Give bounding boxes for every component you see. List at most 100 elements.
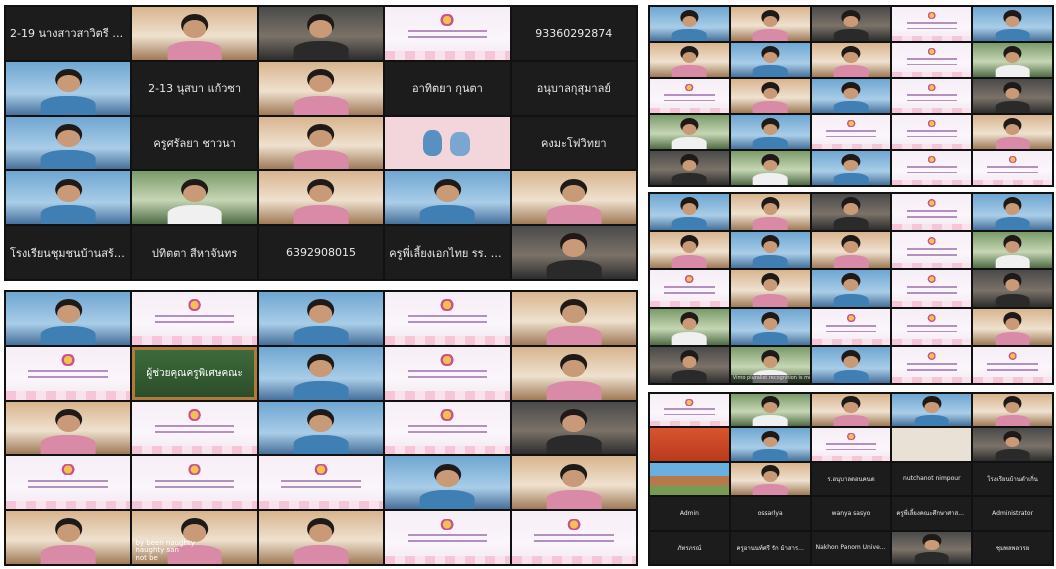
- participant-name-tile[interactable]: 2-19 นางสาวสาวิตรี วิวงค์: [6, 7, 131, 60]
- participant-video-tile[interactable]: [511, 401, 636, 455]
- participant-video-tile[interactable]: [730, 151, 810, 185]
- virtual-background-slide-tile[interactable]: [892, 43, 972, 77]
- participant-video-tile[interactable]: [511, 226, 636, 279]
- participant-name-tile[interactable]: ครูศรัลยา ชาวนา: [132, 116, 257, 170]
- participant-video-tile[interactable]: [258, 511, 384, 564]
- virtual-background-slide-tile[interactable]: [385, 292, 510, 345]
- virtual-background-slide-tile[interactable]: [892, 346, 972, 383]
- virtual-background-slide-tile[interactable]: [132, 401, 257, 455]
- virtual-background-slide-tile[interactable]: [650, 79, 729, 113]
- virtual-background-slide-tile[interactable]: [892, 151, 972, 185]
- participant-name-tile[interactable]: Admin: [650, 497, 729, 530]
- blank-tile[interactable]: [892, 428, 972, 461]
- virtual-background-slide-tile[interactable]: [892, 115, 972, 149]
- participant-video-tile[interactable]: [973, 194, 1052, 231]
- participant-name-tile[interactable]: 2-13 นุสบา แก้วซา: [132, 61, 257, 115]
- virtual-background-slide-tile[interactable]: [973, 346, 1052, 383]
- participant-video-tile[interactable]: [811, 194, 891, 231]
- participant-video-tile[interactable]: [973, 7, 1052, 41]
- participant-video-tile[interactable]: [258, 401, 384, 455]
- participant-video-tile[interactable]: [973, 115, 1052, 149]
- participant-video-tile[interactable]: [973, 394, 1052, 427]
- participant-video-tile[interactable]: [730, 232, 810, 269]
- virtual-background-slide-tile[interactable]: [650, 270, 729, 307]
- participant-name-tile[interactable]: คงมะโฟวิทยา: [511, 116, 636, 170]
- participant-video-tile[interactable]: [650, 43, 729, 77]
- participant-video-tile[interactable]: [511, 292, 636, 345]
- participant-name-tile[interactable]: 93360292874: [511, 7, 636, 60]
- participant-video-tile[interactable]: [6, 171, 131, 225]
- virtual-background-slide-tile[interactable]: [511, 511, 636, 564]
- participant-name-tile[interactable]: wanya sasyo: [811, 497, 891, 530]
- participant-name-tile[interactable]: โรงเรียนชุมชนบ้านสร้างค้อ: [6, 226, 131, 279]
- virtual-background-slide-tile[interactable]: [132, 456, 257, 510]
- virtual-background-slide-tile[interactable]: [6, 456, 131, 510]
- participant-video-tile[interactable]: [730, 308, 810, 345]
- participant-video-tile[interactable]: [132, 7, 257, 60]
- participant-video-tile[interactable]: [258, 292, 384, 345]
- participant-video-tile[interactable]: [730, 194, 810, 231]
- participant-video-tile[interactable]: [132, 171, 257, 225]
- participant-video-tile[interactable]: [811, 232, 891, 269]
- participant-name-tile[interactable]: Nakhon Panom Univers...: [811, 531, 891, 564]
- participant-name-tile[interactable]: อนุบาลกุสุมาลย์: [511, 61, 636, 115]
- participant-name-tile[interactable]: ossarlya: [730, 497, 810, 530]
- participant-video-tile[interactable]: [892, 531, 972, 564]
- participant-video-tile[interactable]: [650, 115, 729, 149]
- participant-video-tile[interactable]: [730, 394, 810, 427]
- participant-video-tile[interactable]: [650, 7, 729, 41]
- participant-video-tile[interactable]: [973, 308, 1052, 345]
- participant-video-tile[interactable]: [811, 346, 891, 383]
- virtual-background-slide-tile[interactable]: [6, 346, 131, 400]
- virtual-background-slide-tile[interactable]: [811, 308, 891, 345]
- virtual-background-slide-tile[interactable]: [892, 7, 972, 41]
- virtual-background-slide-tile[interactable]: [811, 428, 891, 461]
- virtual-background-slide-tile[interactable]: [258, 456, 384, 510]
- virtual-background-slide-tile[interactable]: [385, 511, 510, 564]
- illustration-tile[interactable]: [385, 116, 510, 170]
- participant-video-tile[interactable]: [6, 61, 131, 115]
- participant-name-tile[interactable]: โรงเรียนบ้านดำเกิ่น: [973, 462, 1052, 496]
- virtual-background-slide-tile[interactable]: [650, 394, 729, 427]
- participant-video-tile[interactable]: [892, 394, 972, 427]
- participant-video-tile[interactable]: [511, 171, 636, 225]
- participant-name-tile[interactable]: 6392908015: [258, 226, 384, 279]
- participant-video-tile[interactable]: [650, 346, 729, 383]
- participant-name-tile[interactable]: ครูอานนท์ศรี รัก ม้าสาร...: [730, 531, 810, 564]
- participant-video-tile[interactable]: [730, 43, 810, 77]
- virtual-background-slide-tile[interactable]: [892, 270, 972, 307]
- participant-name-tile[interactable]: ร.อนุบาลดอนคนด: [811, 462, 891, 496]
- participant-video-tile[interactable]: by been naughty naughty san not be: [132, 511, 257, 564]
- participant-video-tile[interactable]: [730, 7, 810, 41]
- red-slide-tile[interactable]: [650, 428, 729, 461]
- participant-video-tile[interactable]: [811, 394, 891, 427]
- participant-video-tile[interactable]: [258, 171, 384, 225]
- participant-video-tile[interactable]: [258, 7, 384, 60]
- participant-name-tile[interactable]: nutchanot nimpour: [892, 462, 972, 496]
- participant-video-tile[interactable]: [385, 171, 510, 225]
- participant-video-tile[interactable]: [811, 151, 891, 185]
- participant-video-tile[interactable]: [258, 346, 384, 400]
- virtual-background-slide-tile[interactable]: [892, 79, 972, 113]
- participant-video-tile[interactable]: [258, 116, 384, 170]
- participant-name-tile[interactable]: ปทิตตา สีหาจันทร: [132, 226, 257, 279]
- participant-video-tile[interactable]: [730, 79, 810, 113]
- participant-video-tile[interactable]: [973, 270, 1052, 307]
- green-board-tile[interactable]: ผู้ช่วยคุณครูพิเศษคณะ: [132, 346, 257, 400]
- virtual-background-slide-tile[interactable]: [973, 151, 1052, 185]
- participant-video-tile[interactable]: [6, 292, 131, 345]
- participant-video-tile[interactable]: [811, 43, 891, 77]
- participant-video-tile[interactable]: [973, 43, 1052, 77]
- participant-video-tile[interactable]: [511, 346, 636, 400]
- virtual-background-slide-tile[interactable]: [892, 232, 972, 269]
- participant-video-tile[interactable]: [385, 456, 510, 510]
- participant-name-tile[interactable]: Administrator: [973, 497, 1052, 530]
- building-photo-tile[interactable]: [650, 462, 729, 496]
- participant-video-tile[interactable]: [730, 270, 810, 307]
- participant-video-tile[interactable]: [511, 456, 636, 510]
- participant-video-tile[interactable]: [811, 79, 891, 113]
- participant-video-tile[interactable]: [650, 194, 729, 231]
- virtual-background-slide-tile[interactable]: [892, 308, 972, 345]
- virtual-background-slide-tile[interactable]: [385, 346, 510, 400]
- participant-video-tile[interactable]: [973, 428, 1052, 461]
